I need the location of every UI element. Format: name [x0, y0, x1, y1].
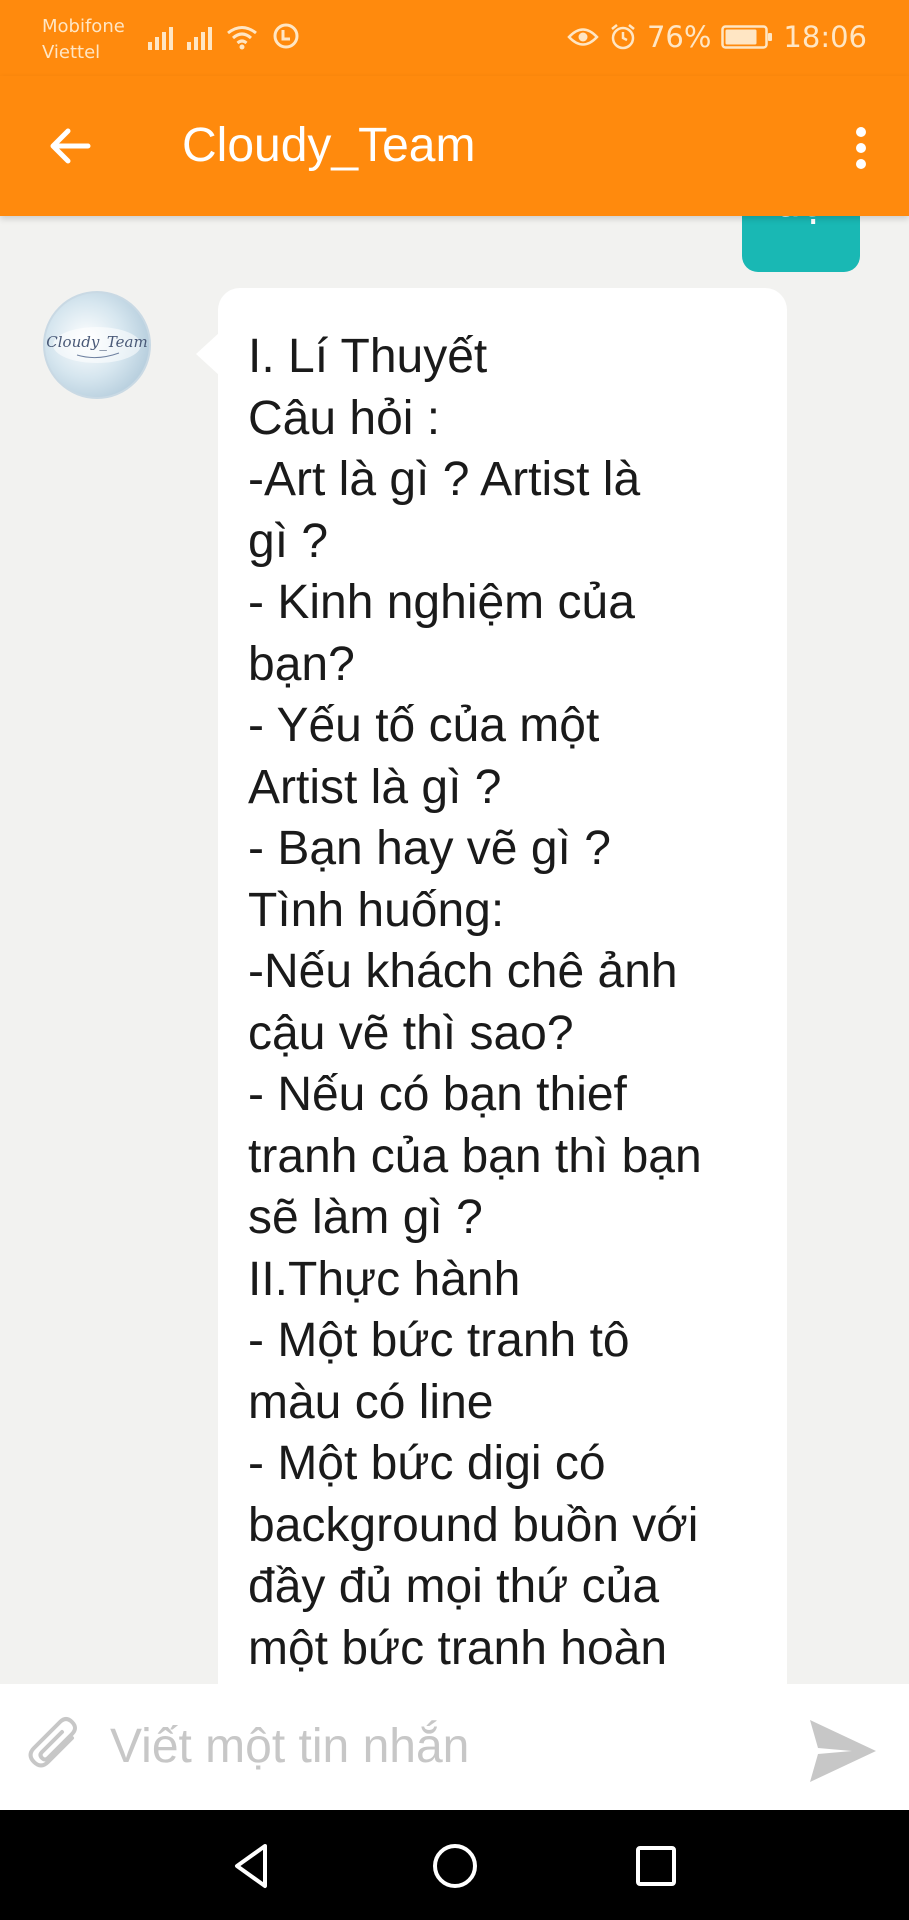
attach-button[interactable] — [22, 1714, 92, 1784]
sent-message-bubble[interactable]: dạ — [742, 216, 860, 272]
sent-message-text: dạ — [774, 216, 829, 227]
eye-comfort-icon — [567, 28, 599, 46]
signal-icon — [187, 24, 212, 50]
back-button[interactable] — [40, 116, 100, 176]
bubble-tail — [196, 332, 220, 376]
clock: 18:06 — [783, 20, 867, 54]
home-circle-icon[interactable] — [425, 1836, 485, 1896]
carrier-1: Mobifone — [42, 16, 125, 37]
chat-title: Cloudy_Team — [182, 119, 476, 172]
network-icons — [148, 22, 300, 50]
system-nav-bar — [0, 1810, 909, 1920]
battery-icon — [721, 25, 773, 49]
wifi-icon — [227, 26, 257, 50]
cloudy-team-logo-text: Cloudy_Team — [47, 333, 147, 351]
paperclip-icon — [28, 1717, 77, 1768]
battery-percent: 76% — [646, 20, 712, 54]
avatar[interactable]: Cloudy_Team — [43, 291, 151, 399]
data-saver-icon — [273, 23, 299, 49]
more-vertical-icon — [856, 127, 866, 169]
message-list[interactable]: dạ Cloudy_Team I. Lí Thuyết Câu hỏi : -A… — [0, 216, 909, 1684]
carrier-2: Viettel — [42, 42, 101, 63]
app-bar: Cloudy_Team — [0, 76, 909, 216]
back-triangle-icon[interactable] — [223, 1836, 283, 1896]
message-input[interactable] — [110, 1708, 790, 1784]
arrow-left-icon — [50, 128, 91, 164]
signal-icon — [148, 24, 173, 50]
received-message-text: I. Lí Thuyết Câu hỏi : -Art là gì ? Arti… — [248, 330, 702, 1675]
carrier-names: Mobifone Viettel — [42, 14, 125, 66]
status-right: 76% 18:06 — [567, 20, 867, 54]
recents-square-icon[interactable] — [626, 1836, 686, 1896]
send-icon — [810, 1720, 876, 1782]
status-bar: Mobifone Viettel 76% 18:06 — [0, 0, 909, 76]
overflow-menu-button[interactable] — [837, 118, 885, 178]
message-composer — [0, 1684, 909, 1810]
send-button[interactable] — [806, 1716, 880, 1786]
alarm-icon — [611, 24, 635, 50]
cloudy-team-logo: Cloudy_Team — [47, 327, 147, 363]
